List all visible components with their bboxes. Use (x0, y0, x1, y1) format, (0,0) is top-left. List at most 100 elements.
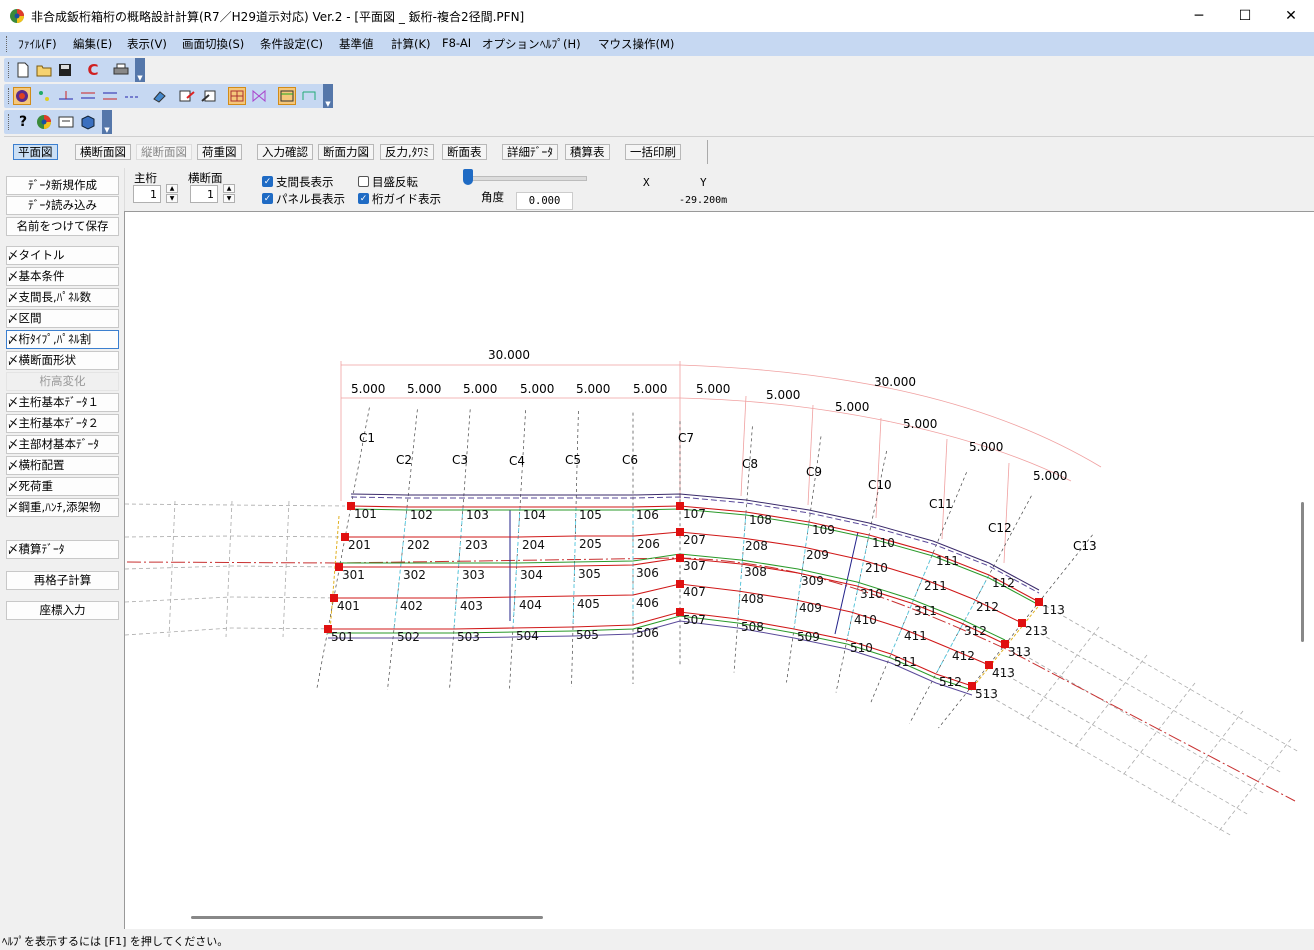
grid-table-icon[interactable] (228, 87, 246, 105)
node-label: 509 (797, 630, 820, 644)
package-icon[interactable] (79, 113, 97, 131)
lateral-icon[interactable] (101, 87, 119, 105)
sidebar-estimate-data[interactable]: 〆積算ﾃﾞｰﾀ (6, 540, 119, 559)
cross-section-down-icon[interactable]: ▼ (223, 194, 235, 203)
tab-cross-section[interactable]: 横断面図 (75, 144, 131, 160)
close-button[interactable]: ✕ (1268, 0, 1314, 32)
sidebar-cross-shape[interactable]: 〆横断面形状 (6, 351, 119, 370)
sidebar-section[interactable]: 〆区間 (6, 309, 119, 328)
sidebar-span-panel[interactable]: 〆支間長,ﾊﾟﾈﾙ数 (6, 288, 119, 307)
plan-view-drawing[interactable]: 101 102 103 104 105 106 107 108 109 110 111 112 113 2… (125, 212, 1314, 928)
color-wheel-icon[interactable] (35, 113, 53, 131)
approach-cross-line (168, 500, 176, 638)
maximize-button[interactable]: ☐ (1222, 0, 1268, 32)
node-icon[interactable] (35, 87, 53, 105)
panel-length-label: 5.000 (835, 400, 869, 414)
sidebar-dead-load[interactable]: 〆死荷重 (6, 477, 119, 496)
panel-length-checkbox[interactable]: ✓ (262, 193, 273, 204)
eraser-icon[interactable] (150, 87, 168, 105)
sidebar-save-as[interactable]: 名前をつけて保存 (6, 217, 119, 236)
menu-view[interactable]: 表示(V) (127, 36, 167, 52)
tab-detail-data[interactable]: 詳細ﾃﾞｰﾀ (502, 144, 558, 160)
sidebar-regrid-calc[interactable]: 再格子計算 (6, 571, 119, 590)
save-icon[interactable] (56, 61, 74, 79)
panel-length-label: 5.000 (969, 440, 1003, 454)
node-label: 104 (523, 508, 546, 522)
menu-edit[interactable]: 編集(E) (73, 36, 112, 52)
angle-input[interactable]: 0.000 (516, 192, 573, 210)
dimension-icon[interactable] (123, 87, 141, 105)
toolbar-overflow-icon[interactable]: ▼ (323, 84, 333, 108)
tab-load-diagram[interactable]: 荷重図 (197, 144, 242, 160)
girder-guide-checkbox[interactable]: ✓ (358, 193, 369, 204)
help-icon[interactable]: ? (14, 113, 32, 131)
minimize-button[interactable]: ─ (1176, 0, 1222, 32)
sidebar-main-girder-data-2[interactable]: 〆主桁基本ﾃﾞｰﾀ２ (6, 414, 119, 433)
recalc-c-icon[interactable]: C (84, 61, 102, 79)
tab-estimate-table[interactable]: 積算表 (565, 144, 610, 160)
print-icon[interactable] (112, 61, 130, 79)
node-label: 307 (683, 559, 706, 573)
new-file-icon[interactable] (14, 61, 32, 79)
approach-stringer-line (125, 535, 346, 538)
approach-stringer-line (1004, 643, 1266, 795)
menu-mouse[interactable]: マウス操作(M) (598, 36, 674, 52)
window-title: 非合成鈑桁箱桁の概略設計計算(R7／H29道示対応) Ver.2 - [平面図 … (31, 10, 525, 24)
main-girder-value[interactable]: 1 (133, 185, 161, 203)
plan-view-icon[interactable] (13, 87, 31, 105)
menu-calculate[interactable]: 計算(K) (391, 36, 431, 52)
sidebar-girder-type[interactable]: 〆桁ﾀｲﾌﾟ,ﾊﾟﾈﾙ割 (6, 330, 119, 349)
tab-longitudinal-section[interactable]: 縦断面図 (136, 144, 192, 160)
cross-section-value[interactable]: 1 (190, 185, 218, 203)
main-girder-down-icon[interactable]: ▼ (166, 194, 178, 203)
sidebar-coordinate-input[interactable]: 座標入力 (6, 601, 119, 620)
menu-file[interactable]: ﾌｧｲﾙ(F) (18, 36, 57, 52)
id-card-icon[interactable] (57, 113, 75, 131)
node-label: 505 (576, 628, 599, 642)
cross-section-up-icon[interactable]: ▲ (223, 184, 235, 193)
sidebar-title[interactable]: 〆タイトル (6, 246, 119, 265)
menu-f8-ai[interactable]: F8-AI (442, 36, 471, 50)
vertical-scroll-thumb[interactable] (1301, 502, 1304, 642)
menu-standards[interactable]: 基準値 (339, 36, 374, 52)
toolbar-overflow-icon[interactable]: ▼ (135, 58, 145, 82)
span-length-checkbox[interactable]: ✓ (262, 176, 273, 187)
menu-screen-switch[interactable]: 画面切換(S) (182, 36, 244, 52)
angle-slider-thumb[interactable] (463, 169, 473, 185)
horizontal-scroll-thumb[interactable] (191, 916, 543, 919)
export-icon[interactable] (178, 87, 196, 105)
section-label-c6: C6 (622, 453, 638, 467)
tab-plan-view[interactable]: 平面図 (13, 144, 58, 160)
sidebar-new-data[interactable]: ﾃﾞｰﾀ新規作成 (6, 176, 119, 195)
open-folder-icon[interactable] (35, 61, 53, 79)
girder-section-icon[interactable] (300, 87, 318, 105)
sidebar-basic-conditions[interactable]: 〆基本条件 (6, 267, 119, 286)
tab-reaction-deflection[interactable]: 反力,ﾀﾜﾐ (380, 144, 434, 160)
section-frame-icon[interactable] (278, 87, 296, 105)
main-girder-up-icon[interactable]: ▲ (166, 184, 178, 193)
scale-reverse-checkbox[interactable] (358, 176, 369, 187)
sidebar-girder-height-change[interactable]: 桁高変化 (6, 372, 119, 391)
sidebar-main-member-data[interactable]: 〆主部材基本ﾃﾞｰﾀ (6, 435, 119, 454)
sidebar-main-girder-data-1[interactable]: 〆主桁基本ﾃﾞｰﾀ１ (6, 393, 119, 412)
cross-beam-icon[interactable] (79, 87, 97, 105)
vertical-scrollbar[interactable] (1301, 220, 1304, 910)
plan-drawing-canvas[interactable]: 101 102 103 104 105 106 107 108 109 110 111 112 113 2… (124, 211, 1314, 929)
sidebar-cross-beam-layout[interactable]: 〆横桁配置 (6, 456, 119, 475)
tab-batch-print[interactable]: 一括印刷 (625, 144, 681, 160)
node-label: 112 (992, 576, 1015, 590)
sidebar-load-data[interactable]: ﾃﾞｰﾀ読み込み (6, 196, 119, 215)
menu-help[interactable]: ﾍﾙﾌﾟ(H) (540, 36, 581, 52)
sidebar-steel-weight[interactable]: 〆鋼重,ﾊﾝﾁ,添架物 (6, 498, 119, 517)
angle-slider-track[interactable] (464, 176, 587, 181)
node-label: 311 (914, 604, 937, 618)
girder-line-icon[interactable] (57, 87, 75, 105)
tab-input-check[interactable]: 入力確認 (257, 144, 313, 160)
import-icon[interactable] (200, 87, 218, 105)
tab-section-table[interactable]: 断面表 (442, 144, 487, 160)
menu-conditions[interactable]: 条件設定(C) (260, 36, 323, 52)
menu-options[interactable]: オプション (482, 36, 540, 52)
tab-section-force[interactable]: 断面力図 (318, 144, 374, 160)
toolbar-overflow-icon[interactable]: ▼ (102, 110, 112, 134)
butterfly-icon[interactable] (250, 87, 268, 105)
